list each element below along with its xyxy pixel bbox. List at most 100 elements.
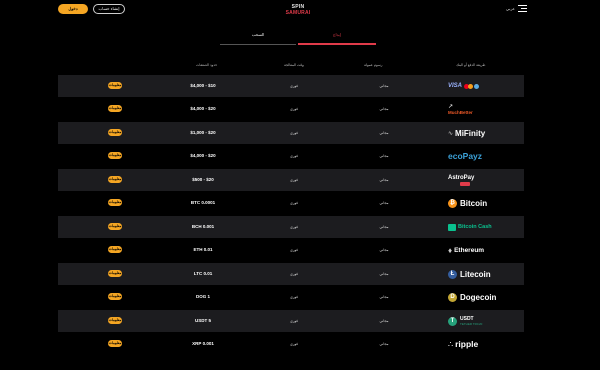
language-selector[interactable]: عربي: [506, 6, 515, 11]
info-button[interactable]: معلومات: [108, 176, 122, 183]
fee-value: مجاني: [379, 201, 389, 205]
limits-value: ETH 0.01: [193, 247, 213, 252]
info-button[interactable]: معلومات: [108, 152, 122, 159]
usdt-network-label: TETHER TRC20: [460, 321, 483, 326]
method-usdt: T USDT TETHER TRC20: [448, 313, 504, 329]
time-value: فوري: [290, 131, 298, 135]
dogecoin-icon: D: [448, 292, 457, 302]
table-row: معلومات XRP 0.001 فوري مجاني ∴ ripple: [58, 333, 524, 355]
usdt-label-group: USDT TETHER TRC20: [460, 316, 483, 326]
info-button[interactable]: معلومات: [108, 246, 122, 253]
top-bar: دخول إنشاء حساب SPIN SAMURAI عربي: [0, 0, 600, 24]
method-litecoin: Ł Litecoin: [448, 266, 504, 282]
table-row: معلومات DOG 1 فوري مجاني D Dogecoin: [58, 286, 524, 308]
method-bitcoin: ₿ Bitcoin: [448, 195, 504, 211]
column-method: طريقة الدفع أو البنك: [456, 63, 486, 67]
mifinity-swoosh-icon: ∿: [448, 130, 454, 137]
time-value: فوري: [290, 178, 298, 182]
active-tab-indicator: [298, 43, 376, 45]
tab-divider: [220, 44, 296, 45]
limits-value: BTC 0.0001: [190, 200, 216, 205]
spin-samurai-logo[interactable]: SPIN SAMURAI: [283, 2, 313, 18]
fee-value: مجاني: [379, 107, 389, 111]
time-value: فوري: [290, 107, 298, 111]
fee-value: مجاني: [379, 272, 389, 276]
fee-value: مجاني: [379, 342, 389, 346]
fee-value: مجاني: [379, 248, 389, 252]
info-button[interactable]: معلومات: [108, 293, 122, 300]
method-ripple: ∴ ripple: [448, 336, 504, 352]
column-fee: رسوم عمولة: [364, 63, 383, 67]
table-row: معلومات BCH 0.001 فوري مجاني Bitcoin Cas…: [58, 216, 524, 238]
logo-bottom-text: SAMURAI: [285, 10, 311, 16]
bitcoin-label: Bitcoin: [460, 198, 488, 208]
table-row: معلومات LTC 0.01 فوري مجاني Ł Litecoin: [58, 263, 524, 285]
time-value: فوري: [290, 295, 298, 299]
table-row: معلومات $1,000 - $20 فوري مجاني ∿ MiFini…: [58, 122, 524, 144]
ethereum-label: Ethereum: [454, 246, 485, 254]
method-bitcoin-cash: Bitcoin Cash: [448, 219, 504, 235]
time-value: فوري: [290, 84, 298, 88]
hamburger-menu-icon[interactable]: [518, 4, 527, 13]
tab-withdraw[interactable]: السحب: [220, 30, 296, 44]
column-limits: حدود الصفقات: [196, 63, 218, 67]
table-row: معلومات $500 - $20 فوري مجاني AstroPay: [58, 169, 524, 191]
method-ecopayz: ecoPayz: [448, 148, 504, 164]
ethereum-icon: ♦: [448, 245, 453, 255]
astropay-card-icon: [460, 181, 470, 186]
time-value: فوري: [290, 201, 298, 205]
time-value: فوري: [290, 319, 298, 323]
ecopayz-logo: ecoPayz: [448, 151, 483, 161]
method-ethereum: ♦ Ethereum: [448, 242, 504, 258]
column-time: وقت المعالجة: [284, 63, 304, 67]
maestro-icon: [474, 83, 480, 89]
limits-value: $500 - $20: [192, 177, 214, 182]
method-astropay: AstroPay: [448, 172, 504, 188]
register-button[interactable]: إنشاء حساب: [93, 4, 125, 14]
tab-deposit[interactable]: إيداع: [298, 30, 376, 44]
info-button[interactable]: معلومات: [108, 270, 122, 277]
info-button[interactable]: معلومات: [108, 199, 122, 206]
limits-value: $1,000 - $20: [190, 130, 216, 135]
fee-value: مجاني: [379, 319, 389, 323]
table-row: معلومات $4,000 - $20 فوري مجاني ↗ MuchBe…: [58, 98, 524, 120]
info-button[interactable]: معلومات: [108, 105, 122, 112]
time-value: فوري: [290, 248, 298, 252]
info-button[interactable]: معلومات: [108, 340, 122, 347]
method-mifinity: ∿ MiFinity: [448, 125, 504, 141]
table-row: معلومات BTC 0.0001 فوري مجاني ₿ Bitcoin: [58, 192, 524, 214]
tether-icon: T: [448, 316, 457, 326]
method-dogecoin: D Dogecoin: [448, 289, 504, 305]
time-value: فوري: [290, 225, 298, 229]
info-button[interactable]: معلومات: [108, 223, 122, 230]
muchbetter-logo: MuchBetter: [448, 109, 473, 115]
litecoin-label: Litecoin: [460, 269, 491, 279]
info-button[interactable]: معلومات: [108, 317, 122, 324]
fee-value: مجاني: [379, 225, 389, 229]
fee-value: مجاني: [379, 295, 389, 299]
time-value: فوري: [290, 154, 298, 158]
limits-value: $4,000 - $20: [190, 106, 216, 111]
litecoin-icon: Ł: [448, 269, 457, 279]
limits-value: BCH 0.001: [191, 224, 215, 229]
mifinity-logo: MiFinity: [455, 128, 486, 138]
table-row: معلومات $4,000 - $20 فوري مجاني ecoPayz: [58, 145, 524, 167]
bitcoin-cash-icon: [448, 223, 456, 231]
astropay-logo: AstroPay: [448, 174, 475, 181]
fee-value: مجاني: [379, 131, 389, 135]
visa-logo: VISA: [448, 83, 463, 89]
limits-value: USDT 5: [194, 318, 211, 323]
table-row: معلومات ETH 0.01 فوري مجاني ♦ Ethereum: [58, 239, 524, 261]
dogecoin-label: Dogecoin: [460, 292, 497, 302]
method-visa: VISA: [448, 78, 504, 94]
table-header: حدود الصفقات وقت المعالجة رسوم عمولة طري…: [58, 60, 524, 72]
info-button[interactable]: معلومات: [108, 82, 122, 89]
ripple-icon: ∴: [448, 339, 454, 349]
bitcoin-icon: ₿: [448, 198, 457, 208]
time-value: فوري: [290, 342, 298, 346]
login-button[interactable]: دخول: [58, 4, 88, 14]
fee-value: مجاني: [379, 154, 389, 158]
limits-value: LTC 0.01: [193, 271, 213, 276]
info-button[interactable]: معلومات: [108, 129, 122, 136]
fee-value: مجاني: [379, 84, 389, 88]
